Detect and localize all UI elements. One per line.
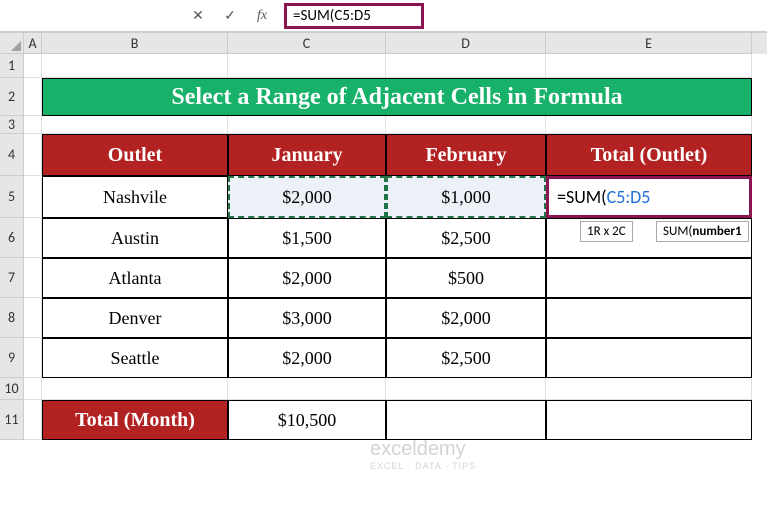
row-header-7[interactable]: 7 [0,258,24,298]
hint-arg: number1 [692,224,741,239]
cell-E8[interactable] [546,298,752,338]
col-header-E[interactable]: E [546,33,752,54]
watermark-sub: EXCEL · DATA · TIPS [370,461,476,471]
cell-C11[interactable]: $10,500 [228,400,386,440]
cell-B7[interactable]: Atlanta [42,258,228,298]
cell-B9[interactable]: Seattle [42,338,228,378]
cell-C7[interactable]: $2,000 [228,258,386,298]
watermark: exceldemy EXCEL · DATA · TIPS [370,438,476,471]
formula-ref: C5:D5 [607,186,651,208]
row-header-3[interactable]: 3 [0,116,24,134]
formula-equals: = [557,186,566,208]
cell-B11-total-month[interactable]: Total (Month) [42,400,228,440]
formula-bar: ✕ ✓ fx =SUM(C5:D5 [0,0,767,32]
watermark-main: exceldemy [370,438,466,460]
col-header-C[interactable]: C [228,33,386,54]
cell-D9[interactable]: $2,500 [386,338,546,378]
row-header-10[interactable]: 10 [0,378,24,400]
hint-fn: SUM( [663,224,692,239]
header-total-outlet[interactable]: Total (Outlet) [546,134,752,176]
cell-E11[interactable] [546,400,752,440]
formula-input[interactable]: =SUM(C5:D5 [284,3,424,29]
cell-D5[interactable]: $1,000 [386,176,546,218]
header-january[interactable]: January [228,134,386,176]
row-header-5[interactable]: 5 [0,176,24,218]
row-header-2[interactable]: 2 [0,78,24,116]
column-headers: A B C D E [0,32,767,54]
formula-confirm-button[interactable]: ✓ [214,3,246,29]
row-header-8[interactable]: 8 [0,298,24,338]
col-header-D[interactable]: D [386,33,546,54]
cell-B6[interactable]: Austin [42,218,228,258]
row-header-6[interactable]: 6 [0,218,24,258]
cell-C9[interactable]: $2,000 [228,338,386,378]
cell-C5[interactable]: $2,000 [228,176,386,218]
row-header-9[interactable]: 9 [0,338,24,378]
row-headers: 1 2 3 4 5 6 7 8 9 10 11 [0,54,24,440]
formula-cancel-button[interactable]: ✕ [182,3,214,29]
cell-D11[interactable] [386,400,546,440]
cell-E7[interactable] [546,258,752,298]
cell-C6[interactable]: $1,500 [228,218,386,258]
col-header-B[interactable]: B [42,33,228,54]
header-outlet[interactable]: Outlet [42,134,228,176]
selection-size-badge: 1R x 2C [580,221,633,242]
spreadsheet-grid: A B C D E 1 2 3 4 5 6 7 8 9 10 11 Select… [0,32,767,440]
cell-E5-active[interactable]: =SUM(C5:D5 [546,176,752,218]
col-header-A[interactable]: A [24,33,42,54]
row-header-11[interactable]: 11 [0,400,24,440]
cell-E9[interactable] [546,338,752,378]
header-february[interactable]: February [386,134,546,176]
sheet-title[interactable]: Select a Range of Adjacent Cells in Form… [42,78,752,116]
cell-D8[interactable]: $2,000 [386,298,546,338]
cell-D7[interactable]: $500 [386,258,546,298]
fx-button[interactable]: fx [246,3,278,29]
function-hint-tooltip: SUM(number1 [656,221,749,242]
cell-D6[interactable]: $2,500 [386,218,546,258]
row-header-4[interactable]: 4 [0,134,24,176]
formula-function: SUM( [566,186,607,208]
cell-B5[interactable]: Nashvile [42,176,228,218]
select-all-corner[interactable] [0,33,24,54]
cell-C8[interactable]: $3,000 [228,298,386,338]
row-header-1[interactable]: 1 [0,54,24,78]
cell-B8[interactable]: Denver [42,298,228,338]
